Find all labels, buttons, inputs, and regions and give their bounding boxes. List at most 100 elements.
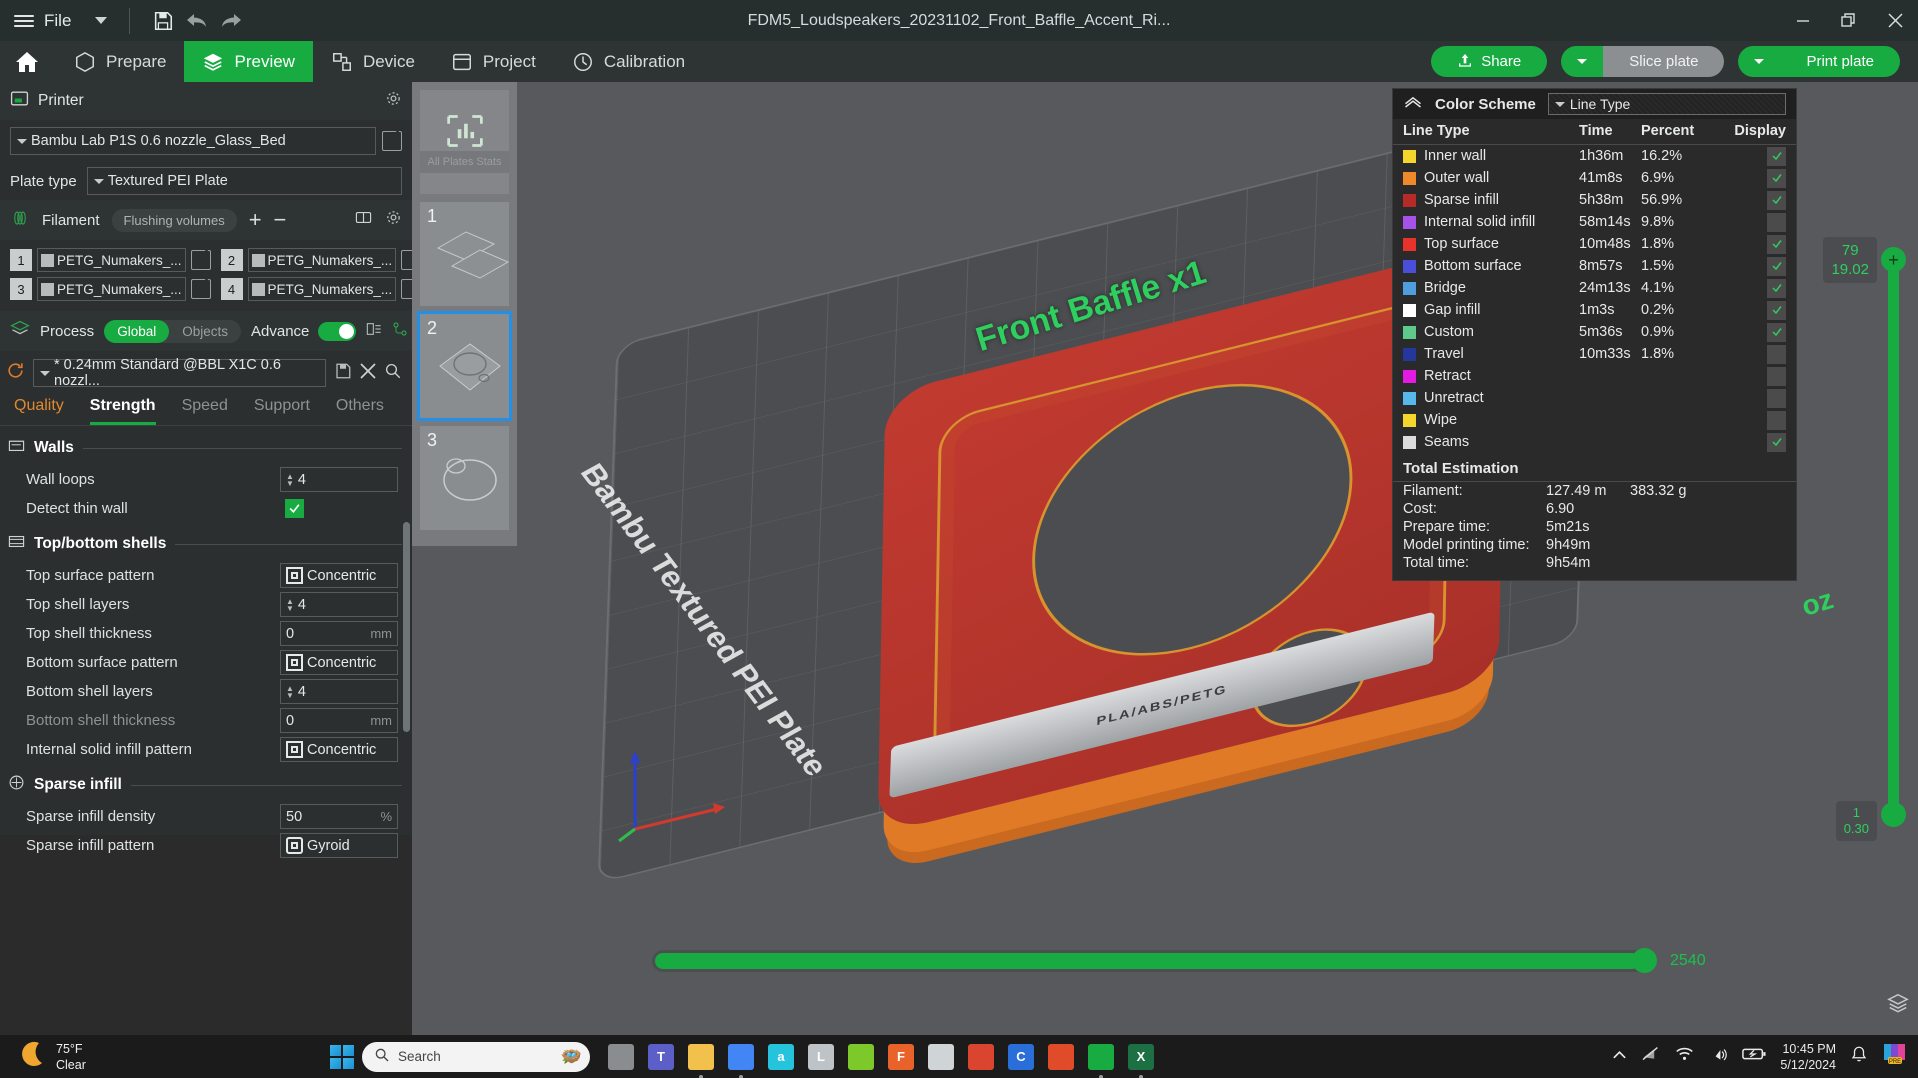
- line-type-row[interactable]: Custom5m36s0.9%: [1393, 321, 1796, 343]
- taskbar-app-libre-office[interactable]: L: [804, 1039, 838, 1075]
- setting-top-shell-layers[interactable]: Top shell layers ▲▼ 4: [0, 590, 412, 619]
- setting-top-surface-pattern[interactable]: Top surface pattern Concentric: [0, 561, 412, 590]
- home-button[interactable]: [0, 41, 56, 82]
- taskbar-app-paint[interactable]: [924, 1039, 958, 1075]
- subtab-others[interactable]: Others: [336, 397, 384, 425]
- all-plates-stats-button[interactable]: All Plates Stats: [420, 90, 509, 194]
- wall-loops-input[interactable]: ▲▼ 4: [280, 467, 398, 492]
- filament-slot-4[interactable]: 4 PETG_Numakers_...: [221, 277, 422, 301]
- subtab-quality[interactable]: Quality: [14, 397, 64, 425]
- start-button[interactable]: [330, 1045, 354, 1069]
- top-shell-thickness-input[interactable]: 0 mm: [280, 621, 398, 646]
- filament-name-select[interactable]: PETG_Numakers_...: [37, 248, 186, 272]
- setting-bottom-surface-pattern[interactable]: Bottom surface pattern Concentric: [0, 648, 412, 677]
- search-settings-icon[interactable]: [384, 362, 402, 385]
- tray-expand-icon[interactable]: [1612, 1048, 1627, 1066]
- taskbar-app-matlab[interactable]: [964, 1039, 998, 1075]
- settings-scroll-area[interactable]: Walls Wall loops ▲▼ 4 Detect thin wall: [0, 427, 412, 917]
- line-type-row[interactable]: Top surface10m48s1.8%: [1393, 233, 1796, 255]
- line-type-row[interactable]: Sparse infill5h38m56.9%: [1393, 189, 1796, 211]
- tab-calibration[interactable]: Calibration: [554, 41, 703, 82]
- display-checkbox[interactable]: [1767, 147, 1786, 166]
- moves-slider-handle[interactable]: [1632, 948, 1657, 973]
- process-scope-toggle[interactable]: Global Objects: [104, 320, 241, 343]
- reset-preset-icon[interactable]: [6, 361, 25, 385]
- internal-solid-infill-pattern-select[interactable]: Concentric: [280, 737, 398, 762]
- edit-printer-icon[interactable]: [382, 131, 402, 151]
- plate-thumbnail-2[interactable]: 2: [420, 314, 509, 418]
- file-menu-button[interactable]: File: [0, 11, 107, 31]
- chevron-down-icon[interactable]: [95, 17, 107, 24]
- taskbar-app-c-app[interactable]: C: [1004, 1039, 1038, 1075]
- volume-icon[interactable]: [1708, 1046, 1728, 1067]
- plate-thumbnail-strip[interactable]: All Plates Stats 1 2 3: [412, 82, 517, 546]
- setting-wall-loops[interactable]: Wall loops ▲▼ 4: [0, 465, 412, 494]
- flushing-volumes-button[interactable]: Flushing volumes: [112, 209, 237, 232]
- display-checkbox[interactable]: [1767, 191, 1786, 210]
- undo-arrow-icon[interactable]: [180, 6, 214, 36]
- process-preset-select[interactable]: * 0.24mm Standard @BBL X1C 0.6 nozzl...: [33, 359, 326, 387]
- taskbar-app-simplify3d[interactable]: [844, 1039, 878, 1075]
- display-checkbox[interactable]: [1767, 323, 1786, 342]
- bottom-shell-thickness-input[interactable]: 0 mm: [280, 708, 398, 733]
- restore-icon[interactable]: [1826, 0, 1872, 41]
- display-checkbox[interactable]: [1767, 213, 1786, 232]
- battery-icon[interactable]: [1742, 1046, 1766, 1067]
- display-checkbox[interactable]: [1767, 389, 1786, 408]
- edit-filament-icon[interactable]: [191, 250, 211, 270]
- add-filament-button[interactable]: +: [249, 209, 262, 231]
- print-plate-dropdown[interactable]: [1738, 46, 1780, 77]
- layers-view-icon[interactable]: [1886, 992, 1910, 1019]
- slice-plate-button[interactable]: Slice plate: [1603, 46, 1724, 77]
- layer-slider-top-handle[interactable]: +: [1881, 247, 1906, 272]
- tab-prepare[interactable]: Prepare: [56, 41, 184, 82]
- filament-map-icon[interactable]: [354, 209, 373, 231]
- bottom-surface-pattern-select[interactable]: Concentric: [280, 650, 398, 675]
- layer-slider-bottom-handle[interactable]: [1881, 802, 1906, 827]
- save-icon[interactable]: [146, 6, 180, 36]
- detect-thin-wall-checkbox[interactable]: [285, 499, 304, 518]
- line-type-row[interactable]: Internal solid infill58m14s9.8%: [1393, 211, 1796, 233]
- setting-sparse-infill-pattern[interactable]: Sparse infill pattern Gyroid: [0, 831, 412, 860]
- display-checkbox[interactable]: [1767, 411, 1786, 430]
- subtab-strength[interactable]: Strength: [90, 397, 156, 425]
- settings-scrollbar[interactable]: [403, 522, 410, 732]
- gear-icon[interactable]: [385, 90, 402, 112]
- taskbar-app-file-explorer[interactable]: [684, 1039, 718, 1075]
- setting-sparse-infill-density[interactable]: Sparse infill density 50 %: [0, 802, 412, 831]
- taskbar-app-fusion360[interactable]: F: [884, 1039, 918, 1075]
- bottom-shell-layers-input[interactable]: ▲▼ 4: [280, 679, 398, 704]
- color-scheme-panel[interactable]: Color Scheme Line Type Line Type Time Pe…: [1392, 88, 1797, 581]
- plate-type-select[interactable]: Textured PEI Plate: [87, 167, 402, 195]
- taskbar-app-chrome[interactable]: [724, 1039, 758, 1075]
- tab-device[interactable]: Device: [313, 41, 433, 82]
- preset-branch-icon[interactable]: [392, 321, 408, 342]
- print-plate-button[interactable]: Print plate: [1780, 46, 1900, 77]
- display-checkbox[interactable]: [1767, 279, 1786, 298]
- weather-widget[interactable]: 75°F Clear: [0, 1041, 86, 1073]
- filament-settings-gear-icon[interactable]: [385, 209, 402, 231]
- layer-slider-track[interactable]: [1888, 261, 1899, 813]
- line-type-row[interactable]: Bridge24m13s4.1%: [1393, 277, 1796, 299]
- moves-slider[interactable]: [652, 950, 1657, 972]
- line-type-row[interactable]: Outer wall41m8s6.9%: [1393, 167, 1796, 189]
- taskbar-app-teams[interactable]: T: [644, 1039, 678, 1075]
- setting-internal-solid-infill-pattern[interactable]: Internal solid infill pattern Concentric: [0, 735, 412, 764]
- top-surface-pattern-select[interactable]: Concentric: [280, 563, 398, 588]
- tab-preview[interactable]: Preview: [184, 41, 312, 82]
- taskbar-app-amazon-music[interactable]: a: [764, 1039, 798, 1075]
- line-type-row[interactable]: Unretract: [1393, 387, 1796, 409]
- advance-toggle[interactable]: [318, 322, 356, 341]
- share-button[interactable]: Share: [1431, 46, 1547, 77]
- setting-bottom-shell-thickness[interactable]: Bottom shell thickness 0 mm: [0, 706, 412, 735]
- line-type-row[interactable]: Retract: [1393, 365, 1796, 387]
- filament-name-select[interactable]: PETG_Numakers_...: [37, 277, 186, 301]
- notifications-bell-icon[interactable]: [1850, 1045, 1868, 1068]
- line-type-row[interactable]: Seams: [1393, 431, 1796, 453]
- plate-thumbnail-1[interactable]: 1: [420, 202, 509, 306]
- display-checkbox[interactable]: [1767, 433, 1786, 452]
- minimize-icon[interactable]: [1780, 0, 1826, 41]
- filament-slot-3[interactable]: 3 PETG_Numakers_...: [10, 277, 211, 301]
- spinner-icon[interactable]: ▲▼: [286, 685, 294, 699]
- mute-icon[interactable]: [1641, 1046, 1661, 1067]
